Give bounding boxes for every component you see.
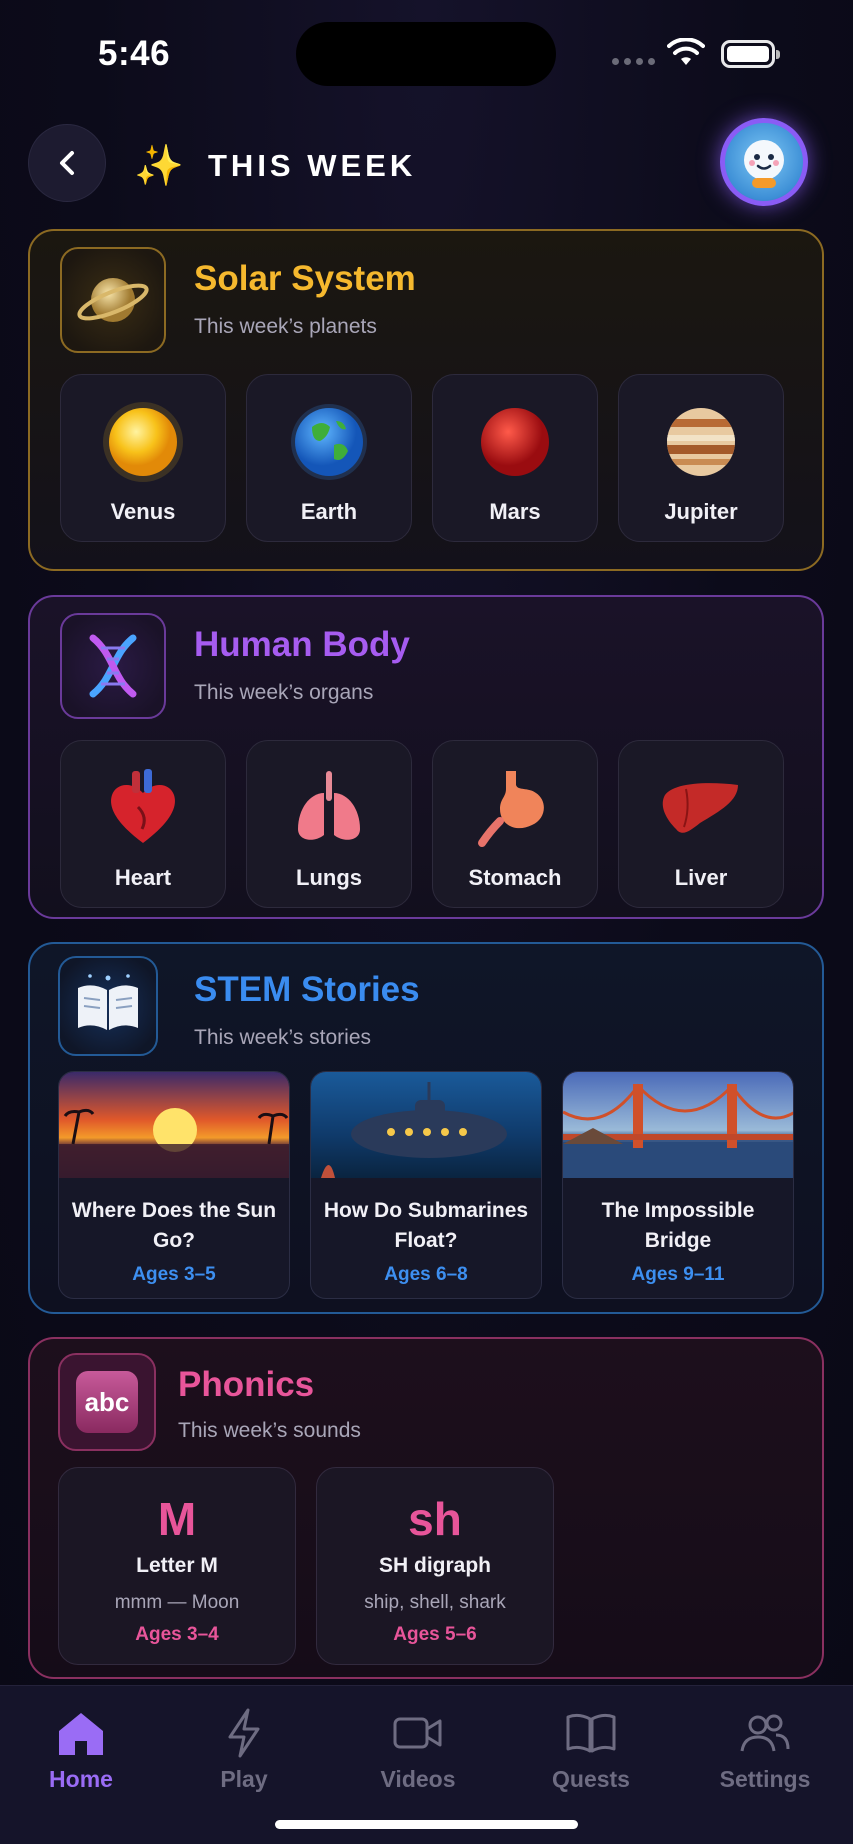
- organ-label: Liver: [674, 865, 728, 890]
- planet-tile-earth[interactable]: Earth: [246, 374, 412, 542]
- phonics-name: Letter M: [136, 1554, 218, 1577]
- tab-videos[interactable]: Videos: [358, 1706, 478, 1793]
- tab-label: Quests: [552, 1766, 630, 1792]
- planet-label: Venus: [110, 499, 176, 524]
- tab-quests[interactable]: Quests: [531, 1706, 651, 1793]
- battery-icon: [721, 40, 780, 68]
- tab-settings[interactable]: Settings: [705, 1706, 825, 1793]
- phonics-ages: Ages 5–6: [393, 1624, 477, 1645]
- planet-label: Mars: [489, 499, 541, 524]
- status-time: 5:46: [98, 34, 171, 73]
- phonics-card[interactable]: sh SH digraph ship, shell, shark Ages 5–…: [316, 1467, 554, 1665]
- home-icon: [21, 1706, 141, 1760]
- chevron-left-icon: [60, 151, 74, 175]
- signal-icon: [612, 58, 655, 65]
- organ-label: Heart: [114, 865, 172, 890]
- story-title: The Impossible Bridge: [601, 1199, 755, 1252]
- phonics-glyph: M: [157, 1493, 197, 1545]
- stem-stories-section: STEM Stories This week’s stories Where D…: [28, 942, 824, 1314]
- dynamic-island: [296, 22, 556, 86]
- phonics-glyph: sh: [408, 1493, 462, 1545]
- section-title: Solar System: [194, 259, 416, 298]
- story-ages: Ages 9–11: [631, 1264, 725, 1285]
- sparkle-icon: ✨: [134, 144, 184, 188]
- tab-label: Settings: [719, 1766, 811, 1792]
- section-subtitle: This week’s planets: [194, 315, 377, 338]
- status-bar: 5:46: [0, 0, 853, 110]
- story-card[interactable]: How Do Submarines Float? Ages 6–8: [310, 1071, 542, 1299]
- dna-icon: [60, 613, 166, 719]
- submarine-image: [311, 1072, 541, 1178]
- section-title: Phonics: [178, 1365, 315, 1404]
- page-title: THIS WEEK: [208, 148, 417, 183]
- avatar[interactable]: [720, 118, 808, 206]
- organ-tile-stomach[interactable]: Stomach: [432, 740, 598, 908]
- phonics-example: ship, shell, shark: [364, 1592, 506, 1613]
- abc-badge: abc: [76, 1371, 138, 1433]
- planet-label: Earth: [300, 499, 358, 524]
- earth-icon: [284, 397, 374, 487]
- phonics-card[interactable]: M Letter M mmm — Moon Ages 3–4: [58, 1467, 296, 1665]
- story-title: Where Does the Sun Go?: [71, 1199, 277, 1252]
- stomach-icon: [470, 763, 560, 853]
- story-card[interactable]: Where Does the Sun Go? Ages 3–5: [58, 1071, 290, 1299]
- section-subtitle: This week’s organs: [194, 681, 374, 704]
- organ-tile-heart[interactable]: Heart: [60, 740, 226, 908]
- section-title: Human Body: [194, 625, 410, 664]
- phonics-example: mmm — Moon: [114, 1592, 240, 1613]
- tab-play[interactable]: Play: [184, 1706, 304, 1793]
- human-body-section: Human Body This week’s organs Heart Lung…: [28, 595, 824, 919]
- story-ages: Ages 3–5: [132, 1264, 216, 1285]
- planet-tile-mars[interactable]: Mars: [432, 374, 598, 542]
- open-book-icon: [58, 956, 158, 1056]
- jupiter-icon: [656, 397, 746, 487]
- phonics-section: abc Phonics This week’s sounds M Letter …: [28, 1337, 824, 1679]
- lungs-icon: [284, 763, 374, 853]
- section-subtitle: This week’s stories: [194, 1026, 372, 1049]
- organ-label: Stomach: [468, 865, 562, 890]
- phonics-ages: Ages 3–4: [135, 1624, 219, 1645]
- story-ages: Ages 6–8: [384, 1264, 468, 1285]
- liver-icon: [656, 763, 746, 853]
- tab-label: Play: [220, 1766, 268, 1792]
- venus-icon: [98, 397, 188, 487]
- organ-tile-lungs[interactable]: Lungs: [246, 740, 412, 908]
- organ-tile-liver[interactable]: Liver: [618, 740, 784, 908]
- abc-icon: abc: [58, 1353, 156, 1451]
- back-button[interactable]: [28, 124, 106, 202]
- story-title: How Do Submarines Float?: [323, 1199, 529, 1252]
- heart-icon: [98, 763, 188, 853]
- planet-label: Jupiter: [664, 499, 738, 524]
- video-icon: [358, 1706, 478, 1760]
- planet-tile-venus[interactable]: Venus: [60, 374, 226, 542]
- mars-icon: [470, 397, 560, 487]
- people-icon: [705, 1706, 825, 1760]
- bridge-image: [563, 1072, 793, 1178]
- wifi-icon: [667, 38, 705, 65]
- story-card[interactable]: The Impossible Bridge Ages 9–11: [562, 1071, 794, 1299]
- solar-system-section: Solar System This week’s planets Venus E…: [28, 229, 824, 571]
- phonics-name: SH digraph: [378, 1554, 491, 1577]
- tab-label: Videos: [380, 1766, 456, 1792]
- book-icon: [531, 1706, 651, 1760]
- tab-home[interactable]: Home: [21, 1706, 141, 1793]
- section-title: STEM Stories: [194, 970, 420, 1009]
- section-subtitle: This week’s sounds: [178, 1419, 361, 1442]
- mascot-icon: [744, 140, 784, 188]
- sunset-image: [59, 1072, 289, 1178]
- tab-label: Home: [49, 1766, 113, 1792]
- organ-label: Lungs: [296, 865, 362, 890]
- planet-tile-jupiter[interactable]: Jupiter: [618, 374, 784, 542]
- bolt-icon: [184, 1706, 304, 1760]
- home-indicator[interactable]: [275, 1820, 578, 1829]
- saturn-icon: [60, 247, 166, 353]
